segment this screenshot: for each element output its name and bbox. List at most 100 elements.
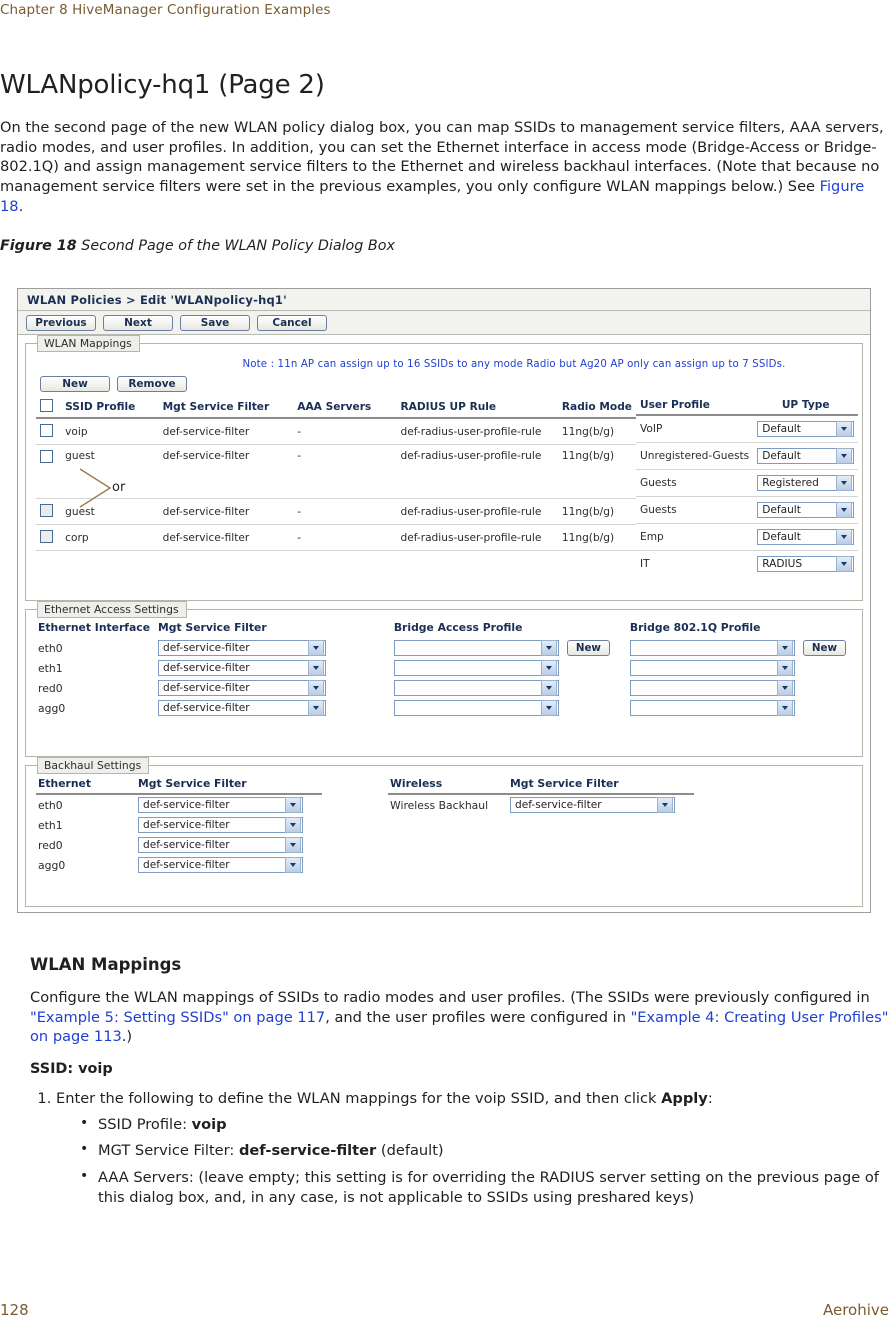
table-row[interactable]: corp def-service-filter - def-radius-use… (36, 524, 636, 551)
table-row[interactable]: Guests Default (636, 496, 859, 524)
up-type-select[interactable]: Default (757, 529, 855, 545)
up-type-select[interactable]: Registered (757, 475, 855, 491)
chevron-down-icon[interactable] (836, 502, 853, 518)
cell-bridge-8021q-new: New (801, 638, 852, 658)
table-row[interactable]: Emp Default (636, 523, 859, 551)
bridge-8021q-profile-select[interactable] (629, 700, 795, 716)
new-bridge-8021q-profile-button[interactable]: New (802, 640, 846, 656)
cell-user-profile: Guests (636, 469, 754, 497)
bullet-mgt-service-filter: MGT Service Filter: def-service-filter (… (78, 1140, 889, 1161)
table-row[interactable]: guest def-service-filter - def-radius-us… (36, 498, 636, 525)
up-type-select[interactable]: Default (757, 421, 855, 437)
chevron-down-icon[interactable] (308, 680, 325, 696)
mgt-service-filter-select[interactable]: def-service-filter (158, 640, 327, 656)
chevron-down-icon[interactable] (540, 640, 557, 656)
backhaul-mgt-service-filter-select[interactable]: def-service-filter (138, 817, 303, 833)
cancel-button[interactable]: Cancel (257, 314, 327, 331)
intro-paragraph: On the second page of the new WLAN polic… (0, 118, 889, 216)
table-row[interactable]: voip def-service-filter - def-radius-use… (36, 418, 636, 445)
save-button[interactable]: Save (180, 314, 250, 331)
chevron-down-icon[interactable] (285, 817, 301, 833)
bridge-access-profile-select[interactable] (393, 680, 559, 696)
chevron-down-icon[interactable] (836, 448, 853, 464)
table-row[interactable]: VoIP Default (636, 415, 859, 443)
chevron-down-icon[interactable] (836, 556, 853, 572)
chevron-down-icon[interactable] (308, 640, 325, 656)
chevron-down-icon[interactable] (836, 529, 853, 545)
table-row[interactable]: Unregistered-Guests Default (636, 442, 859, 470)
spacer-cell-2 (565, 698, 628, 718)
table-row[interactable]: eth0 def-service-filter New New (36, 638, 852, 658)
cell-ssid-profile: guest (61, 444, 159, 499)
next-button[interactable]: Next (103, 314, 173, 331)
wlan-policy-dialog-screenshot: WLAN Policies > Edit 'WLANpolicy-hq1' Pr… (17, 288, 871, 913)
chevron-down-icon[interactable] (540, 660, 557, 676)
table-row[interactable]: eth0 def-service-filter (36, 794, 322, 815)
mgt-service-filter-select[interactable]: def-service-filter (158, 700, 327, 716)
chevron-down-icon[interactable] (308, 660, 325, 676)
chevron-down-icon[interactable] (657, 797, 673, 813)
table-header-row: Ethernet Mgt Service Filter (36, 776, 322, 795)
bridge-8021q-profile-select[interactable] (629, 640, 795, 656)
chevron-down-icon[interactable] (285, 857, 301, 873)
row-checkbox[interactable] (40, 530, 53, 543)
row-checkbox[interactable] (40, 424, 53, 437)
example-5-link[interactable]: "Example 5: Setting SSIDs" on page 117 (30, 1009, 325, 1026)
bridge-8021q-profile-select[interactable] (629, 680, 795, 696)
table-row[interactable]: eth1 def-service-filter (36, 815, 322, 835)
wlan-mappings-button-row: New Remove (36, 376, 852, 392)
backhaul-mgt-service-filter-select[interactable]: def-service-filter (138, 837, 303, 853)
mgt-service-filter-value: def-service-filter (163, 642, 250, 654)
wireless-backhaul-mgt-service-filter-value: def-service-filter (515, 799, 602, 811)
chevron-down-icon[interactable] (836, 421, 853, 437)
column-ssid-profile: SSID Profile (61, 397, 159, 419)
table-row[interactable]: Guests Registered (636, 469, 859, 497)
step-1-apply-bold: Apply (661, 1090, 708, 1108)
wireless-backhaul-mgt-service-filter-select[interactable]: def-service-filter (510, 797, 675, 813)
remove-mapping-button[interactable]: Remove (117, 376, 187, 392)
table-row[interactable]: guest def-service-filter - def-radius-us… (36, 444, 636, 499)
new-bridge-access-profile-button[interactable]: New (566, 640, 610, 656)
bridge-8021q-profile-select[interactable] (629, 660, 795, 676)
table-row[interactable]: Wireless Backhaul def-service-filter (388, 794, 694, 815)
chevron-down-icon[interactable] (540, 700, 557, 716)
backhaul-settings-group: Backhaul Settings Ethernet Mgt Service F… (25, 757, 863, 907)
table-row[interactable]: agg0 def-service-filter (36, 698, 852, 718)
table-row[interactable]: agg0 def-service-filter (36, 855, 322, 875)
row-checkbox[interactable] (40, 504, 53, 517)
new-mapping-button[interactable]: New (40, 376, 110, 392)
lower-content: WLAN Mappings Configure the WLAN mapping… (0, 955, 889, 1214)
step-1-text-post: : (707, 1090, 713, 1108)
backhaul-mgt-service-filter-select[interactable]: def-service-filter (138, 857, 303, 873)
bridge-access-profile-select[interactable] (393, 660, 559, 676)
wlan-mappings-group: WLAN Mappings Note : 11n AP can assign u… (25, 335, 863, 601)
mgt-service-filter-select[interactable]: def-service-filter (158, 680, 327, 696)
table-row[interactable]: red0 def-service-filter (36, 678, 852, 698)
mgt-service-filter-select[interactable]: def-service-filter (158, 660, 327, 676)
chevron-down-icon[interactable] (540, 680, 557, 696)
bridge-access-profile-select[interactable] (393, 640, 559, 656)
chevron-down-icon[interactable] (776, 700, 793, 716)
chevron-down-icon[interactable] (285, 837, 301, 853)
bridge-access-profile-select[interactable] (393, 700, 559, 716)
row-checkbox-cell (36, 498, 62, 525)
chevron-down-icon[interactable] (836, 475, 853, 491)
previous-button[interactable]: Previous (26, 314, 96, 331)
backhaul-mgt-service-filter-select[interactable]: def-service-filter (138, 797, 303, 813)
table-row[interactable]: eth1 def-service-filter (36, 658, 852, 678)
up-type-select[interactable]: Default (757, 502, 855, 518)
chevron-down-icon[interactable] (285, 797, 301, 813)
cell-interface-name: eth1 (38, 818, 63, 832)
chevron-down-icon[interactable] (776, 640, 793, 656)
row-checkbox[interactable] (40, 450, 53, 463)
cell-mgt-filter-select: def-service-filter (136, 855, 322, 875)
chevron-down-icon[interactable] (776, 660, 793, 676)
table-row[interactable]: IT RADIUS (636, 551, 858, 578)
chevron-down-icon[interactable] (776, 680, 793, 696)
up-type-select[interactable]: Default (757, 448, 855, 464)
table-row[interactable]: red0 def-service-filter (36, 835, 322, 855)
chevron-down-icon[interactable] (308, 700, 325, 716)
up-type-select[interactable]: RADIUS (757, 556, 855, 572)
dialog-titlebar: WLAN Policies > Edit 'WLANpolicy-hq1' (18, 289, 870, 311)
select-all-checkbox[interactable] (40, 399, 53, 412)
